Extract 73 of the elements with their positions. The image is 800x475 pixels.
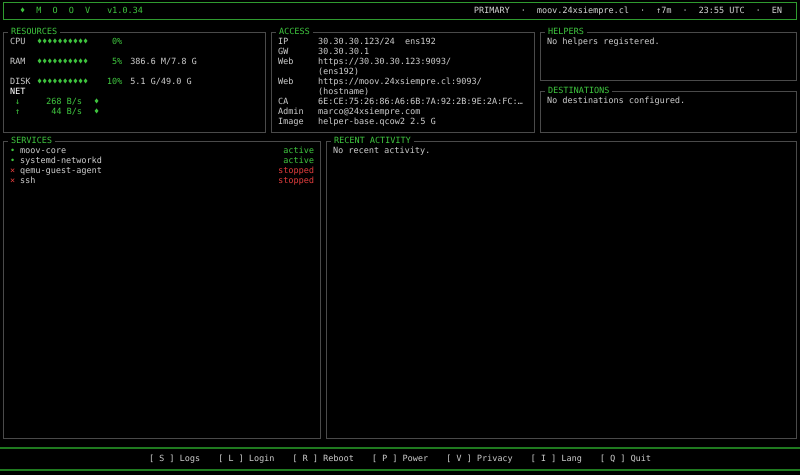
- access-value: https://30.30.30.123:9093/: [318, 57, 452, 67]
- access-note: (ens192): [318, 67, 359, 77]
- empty-message: No recent activity.: [333, 146, 432, 156]
- access-note: (hostname): [318, 87, 370, 97]
- access-key: GW: [278, 47, 318, 57]
- empty-message: No helpers registered.: [547, 37, 661, 47]
- separator-dot: ·: [640, 6, 646, 16]
- status-text: ↑7m: [656, 6, 672, 16]
- status-text: PRIMARY: [474, 6, 510, 16]
- panel-title: ACCESS: [278, 27, 311, 37]
- shortcut-button[interactable]: [ I ] Lang: [530, 454, 582, 464]
- access-key: Image: [278, 117, 318, 127]
- access-key: IP: [278, 37, 318, 47]
- gauge-glyph-text: ♦♦♦♦♦♦♦♦♦♦: [37, 37, 88, 47]
- metric-detail: 386.6 M/7.8 G: [130, 57, 197, 67]
- metric-label: RAM: [10, 57, 26, 67]
- gauge-glyph-text: ♦♦♦♦♦♦♦♦♦♦: [37, 57, 88, 67]
- app-logo: ♦ M O O V: [20, 6, 94, 16]
- access-key: Web: [278, 77, 318, 87]
- service-status: active: [283, 156, 314, 166]
- panel-title: RECENT ACTIVITY: [333, 136, 412, 146]
- access-key: Admin: [278, 107, 318, 117]
- service-status: active: [283, 146, 314, 156]
- service-name: ssh: [20, 176, 36, 186]
- gauge-glyph-text: ♦♦♦♦♦♦♦♦♦♦: [37, 77, 88, 87]
- service-name: qemu-guest-agent: [20, 166, 103, 176]
- access-value: 30.30.30.1: [318, 47, 370, 57]
- net-rate: 44 B/s: [50, 107, 82, 117]
- status-icon: ×: [10, 176, 20, 186]
- shortcut-button[interactable]: [ S ] Logs: [148, 454, 200, 464]
- net-label: NET: [10, 87, 26, 97]
- panel-title: SERVICES: [10, 136, 53, 146]
- metric-detail: 5.1 G/49.0 G: [130, 77, 192, 87]
- service-status: stopped: [278, 166, 314, 176]
- shortcut-button[interactable]: [ L ] Login: [218, 454, 274, 464]
- access-key: CA: [278, 97, 318, 107]
- metric-label: CPU: [10, 37, 26, 47]
- access-value: 6E:CE:75:26:86:A6:6B:7A:92:2B:9E:2A:FC:…: [318, 97, 523, 107]
- separator-dot: ·: [682, 6, 688, 16]
- service-name: systemd-networkd: [20, 156, 103, 166]
- version-label: v1.0.34: [107, 6, 143, 16]
- traffic-arrow: ↓: [15, 97, 22, 107]
- panel-title: DESTINATIONS: [547, 86, 610, 96]
- shortcut-button[interactable]: [ R ] Reboot: [292, 454, 354, 464]
- status-text: 23:55 UTC: [698, 6, 745, 16]
- metric-percent: 0%: [110, 37, 122, 47]
- access-value: 30.30.30.123/24 ens192: [318, 37, 436, 47]
- traffic-arrow: ↑: [15, 107, 22, 117]
- net-rate: 268 B/s: [45, 97, 82, 107]
- empty-message: No destinations configured.: [547, 96, 686, 106]
- shortcut-button[interactable]: [ Q ] Quit: [600, 454, 652, 464]
- shortcut-button[interactable]: [ V ] Privacy: [446, 454, 513, 464]
- separator-dot: ·: [520, 6, 526, 16]
- status-text: EN: [772, 6, 782, 16]
- metric-label: DISK: [10, 77, 32, 87]
- access-key: Web: [278, 57, 318, 67]
- shortcut-button[interactable]: [ P ] Power: [372, 454, 428, 464]
- status-icon: •: [10, 146, 20, 156]
- metric-percent: 10%: [106, 77, 122, 87]
- access-value: helper-base.qcow2 2.5 G: [318, 117, 436, 127]
- panel-title: RESOURCES: [10, 27, 58, 37]
- net-sparkline: ♦: [94, 107, 100, 117]
- service-name: moov-core: [20, 146, 68, 156]
- panel-title: HELPERS: [547, 27, 585, 37]
- separator-dot: ·: [756, 6, 761, 16]
- access-value: https://moov.24xsiempre.cl:9093/: [318, 77, 482, 87]
- access-value: marco@24xsiempre.com: [318, 107, 420, 117]
- status-icon: ×: [10, 166, 20, 176]
- service-status: stopped: [278, 176, 314, 186]
- net-sparkline: ♦: [94, 97, 100, 107]
- metric-percent: 5%: [110, 57, 122, 67]
- status-icon: •: [10, 156, 20, 166]
- status-text: moov.24xsiempre.cl: [536, 6, 629, 16]
